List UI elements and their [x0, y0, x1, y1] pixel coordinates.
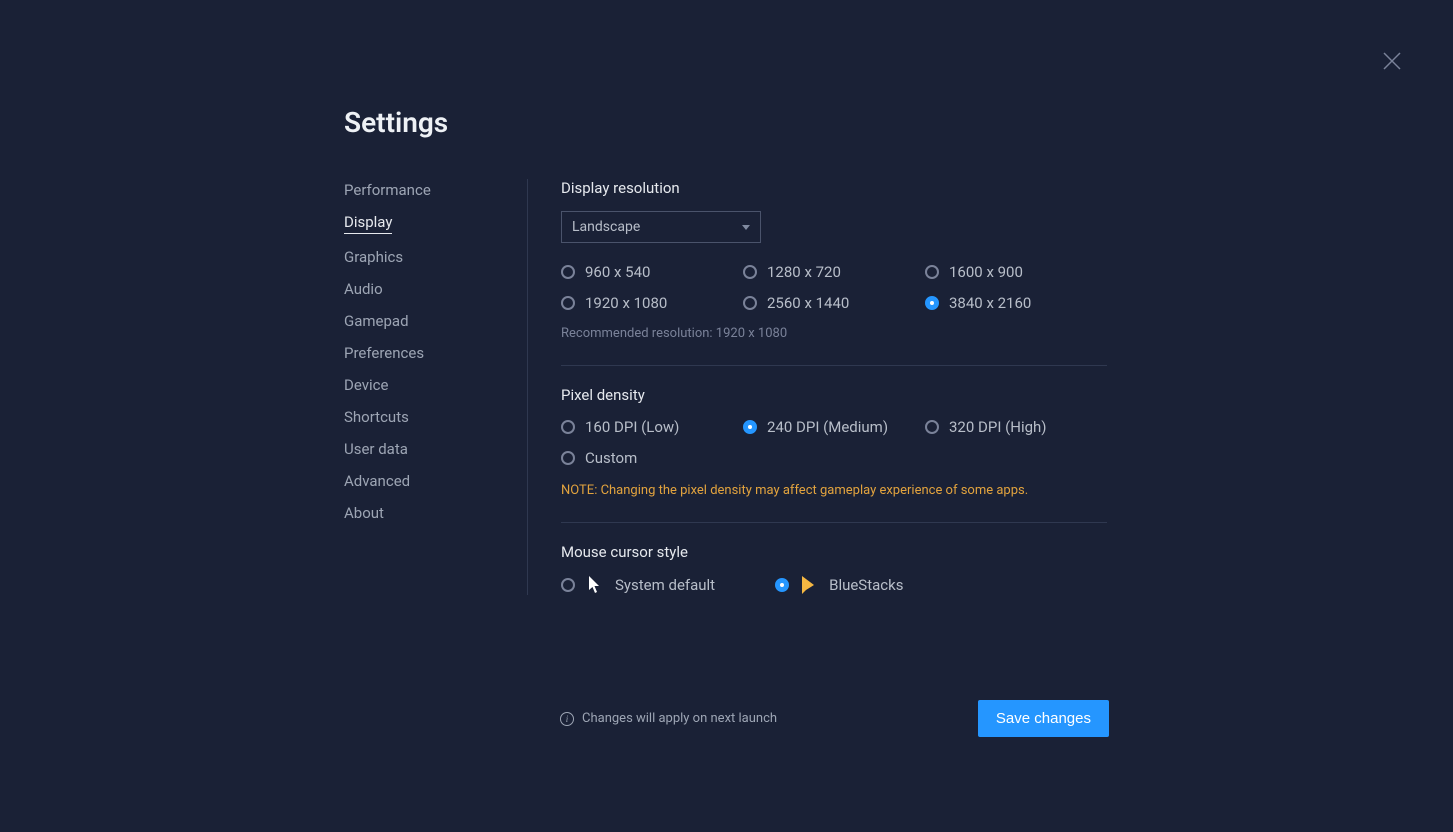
sidebar-item-gamepad[interactable]: Gamepad [344, 312, 409, 330]
density-radio-group: 160 DPI (Low) 240 DPI (Medium) 320 DPI (Hi… [561, 418, 1107, 467]
resolution-option[interactable]: 3840 x 2160 [925, 294, 1107, 312]
radio-icon [561, 265, 575, 279]
save-changes-button[interactable]: Save changes [978, 700, 1109, 737]
cursor-system-icon [587, 575, 603, 595]
close-icon [1383, 52, 1401, 70]
radio-icon [743, 420, 757, 434]
sidebar-item-device[interactable]: Device [344, 376, 388, 394]
radio-icon [925, 420, 939, 434]
footer-notice: i Changes will apply on next launch [560, 711, 777, 726]
radio-label: 320 DPI (High) [949, 418, 1047, 436]
close-button[interactable] [1383, 52, 1401, 70]
section-title-density: Pixel density [561, 386, 1107, 404]
sidebar: Performance Display Graphics Audio Gamepad Pr… [344, 179, 527, 595]
resolution-option[interactable]: 1600 x 900 [925, 263, 1107, 281]
radio-label: System default [615, 576, 715, 594]
sidebar-item-about[interactable]: About [344, 504, 384, 522]
radio-label: BlueStacks [829, 576, 903, 594]
density-option[interactable]: 320 DPI (High) [925, 418, 1107, 436]
orientation-select[interactable]: Landscape [561, 211, 761, 243]
radio-icon [561, 451, 575, 465]
section-divider [561, 522, 1107, 523]
info-icon: i [560, 712, 574, 726]
radio-icon [561, 296, 575, 310]
resolution-option[interactable]: 2560 x 1440 [743, 294, 925, 312]
radio-label: 1920 x 1080 [585, 294, 667, 312]
radio-icon [743, 265, 757, 279]
sidebar-item-performance[interactable]: Performance [344, 181, 431, 199]
sidebar-item-audio[interactable]: Audio [344, 280, 383, 298]
sidebar-item-preferences[interactable]: Preferences [344, 344, 424, 362]
section-title-cursor: Mouse cursor style [561, 543, 1107, 561]
sidebar-item-graphics[interactable]: Graphics [344, 248, 403, 266]
resolution-option[interactable]: 960 x 540 [561, 263, 743, 281]
radio-label: 240 DPI (Medium) [767, 418, 888, 436]
radio-icon [743, 296, 757, 310]
main-panel: Display resolution Landscape 960 x 540 12… [561, 179, 1451, 595]
density-option[interactable]: 160 DPI (Low) [561, 418, 743, 436]
radio-label: 2560 x 1440 [767, 294, 849, 312]
radio-label: 160 DPI (Low) [585, 418, 679, 436]
section-divider [561, 365, 1107, 366]
radio-icon [561, 420, 575, 434]
sidebar-divider [527, 179, 528, 595]
radio-label: Custom [585, 449, 637, 467]
radio-icon [775, 578, 789, 592]
chevron-down-icon [742, 225, 750, 230]
resolution-option[interactable]: 1280 x 720 [743, 263, 925, 281]
recommended-resolution-text: Recommended resolution: 1920 x 1080 [561, 326, 1107, 341]
radio-label: 1600 x 900 [949, 263, 1023, 281]
sidebar-item-display[interactable]: Display [344, 213, 392, 234]
radio-icon [925, 265, 939, 279]
radio-icon [561, 578, 575, 592]
radio-label: 1280 x 720 [767, 263, 841, 281]
radio-label: 3840 x 2160 [949, 294, 1031, 312]
sidebar-item-shortcuts[interactable]: Shortcuts [344, 408, 409, 426]
resolution-option[interactable]: 1920 x 1080 [561, 294, 743, 312]
radio-label: 960 x 540 [585, 263, 650, 281]
sidebar-item-advanced[interactable]: Advanced [344, 472, 410, 490]
footer: i Changes will apply on next launch Save… [560, 700, 1109, 737]
footer-notice-text: Changes will apply on next launch [582, 711, 777, 726]
sidebar-item-user-data[interactable]: User data [344, 440, 408, 458]
density-option[interactable]: Custom [561, 449, 743, 467]
cursor-option[interactable]: BlueStacks [775, 575, 903, 595]
radio-icon [925, 296, 939, 310]
section-title-resolution: Display resolution [561, 179, 1107, 197]
cursor-radio-group: System default BlueStacks [561, 575, 1107, 595]
cursor-option[interactable]: System default [561, 575, 715, 595]
orientation-select-value: Landscape [572, 219, 640, 235]
resolution-radio-group: 960 x 540 1280 x 720 1600 x 900 1920 x 1080… [561, 263, 1107, 312]
density-option[interactable]: 240 DPI (Medium) [743, 418, 925, 436]
density-note: NOTE: Changing the pixel density may aff… [561, 483, 1107, 498]
cursor-bluestacks-icon [801, 575, 817, 595]
page-title: Settings [344, 106, 1451, 139]
